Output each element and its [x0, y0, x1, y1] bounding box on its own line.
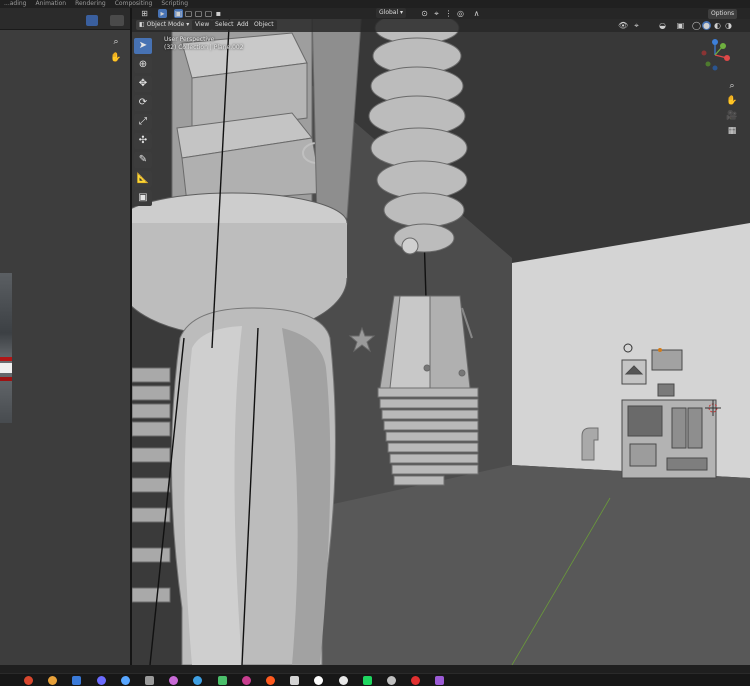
image-detail	[0, 357, 12, 361]
invert-select-icon[interactable]: ▢	[204, 9, 213, 18]
gizmo-toggle-icon[interactable]: ⌖	[632, 21, 641, 30]
neg-y-axis-icon	[705, 61, 711, 67]
neg-x-axis-icon	[701, 50, 707, 56]
taskbar-app-icon[interactable]	[411, 676, 421, 685]
taskbar-app-icon[interactable]	[266, 676, 275, 685]
image-preview	[0, 273, 12, 423]
taskbar-app-icon[interactable]	[120, 676, 130, 685]
main-cylinder	[170, 307, 336, 665]
taskbar-app-icon[interactable]	[362, 676, 372, 685]
taskbar-app-icon[interactable]	[217, 676, 227, 685]
proportional-edit-icon[interactable]: ◎	[456, 9, 465, 18]
tab-scripting[interactable]: Scripting	[161, 0, 188, 8]
3d-viewport[interactable]: ⊞ ▸ ▣ ▢ ▢ ▢ ▪ Global ▾ ⊙ ⌖ ⋮ ◎ ∧ ◧ Objec…	[132, 8, 750, 665]
transform-orientation-dropdown[interactable]: Global ▾	[376, 8, 407, 18]
image-editor-panel: ⌕ ✋	[0, 8, 130, 665]
orientation-label: Global	[379, 9, 399, 16]
measure-icon[interactable]: 📐	[134, 171, 152, 187]
navigation-controls: ⌕ ✋ 🎥 ▦	[726, 80, 738, 140]
taskbar	[0, 673, 750, 686]
tab-shading[interactable]: ...ading	[4, 0, 27, 8]
xray-icon[interactable]: ▣	[676, 21, 685, 30]
tab-compositing[interactable]: Compositing	[115, 0, 153, 8]
zoom-icon[interactable]: ⌕	[726, 80, 738, 92]
viewport-scene	[132, 8, 750, 665]
taskbar-app-icon[interactable]	[72, 676, 82, 685]
menu-select[interactable]: Select	[212, 20, 237, 30]
collection-label: (32) Collection | Plane.002	[164, 44, 244, 51]
subtract-select-icon[interactable]: ▢	[194, 9, 203, 18]
viewport-info: User Perspective (32) Collection | Plane…	[164, 36, 244, 52]
navigation-gizmo[interactable]	[698, 38, 732, 72]
intersect-select-icon[interactable]: ▪	[214, 9, 223, 18]
hand-icon[interactable]: ✋	[110, 52, 122, 64]
z-axis-icon	[712, 39, 718, 45]
options-button[interactable]: Options	[708, 9, 738, 19]
hanging-device	[379, 295, 473, 389]
select-box-icon[interactable]: ➤	[134, 38, 152, 54]
camera-icon[interactable]: 🎥	[726, 110, 738, 122]
menu-add[interactable]: Add	[234, 20, 252, 30]
perspective-label: User Perspective	[164, 36, 215, 43]
taskbar-app-icon[interactable]	[24, 676, 33, 685]
image-detail	[0, 363, 12, 373]
taskbar-app-icon[interactable]	[96, 676, 106, 685]
move-icon[interactable]: ✥	[134, 76, 152, 92]
toolbar: ➤ ⊕ ✥ ⟳ ⤢ ✣ ✎ 📐 ▣	[134, 38, 154, 209]
select-mode-icon[interactable]: ▸	[158, 9, 167, 18]
scale-icon[interactable]: ⤢	[134, 114, 152, 130]
viewport-top-header: ⊞ ▸ ▣ ▢ ▢ ▢ ▪ Global ▾ ⊙ ⌖ ⋮ ◎ ∧	[132, 8, 750, 19]
annotate-icon[interactable]: ✎	[134, 152, 152, 168]
y-axis-icon	[720, 43, 726, 49]
taskbar-app-icon[interactable]	[314, 676, 324, 685]
image-editor-header	[0, 8, 130, 30]
taskbar-app-icon[interactable]	[145, 676, 154, 685]
wireframe-shading-icon[interactable]: ◯	[692, 21, 701, 30]
menu-view[interactable]: View	[192, 20, 213, 30]
snap-settings-icon[interactable]: ⋮	[444, 9, 453, 18]
extend-select-icon[interactable]: ▢	[184, 9, 193, 18]
rendered-shading-icon[interactable]: ◑	[724, 21, 733, 30]
falloff-icon[interactable]: ∧	[472, 9, 481, 18]
box-select-icon[interactable]: ▣	[174, 9, 183, 18]
taskbar-app-icon[interactable]	[241, 676, 251, 685]
viewport-header: ◧ Object Mode ▾ View Select Add Object 👁…	[132, 19, 750, 32]
material-shading-icon[interactable]: ◐	[713, 21, 722, 30]
menu-object[interactable]: Object	[251, 20, 277, 30]
taskbar-app-icon[interactable]	[169, 676, 179, 685]
grid-icon[interactable]: ▦	[726, 125, 738, 137]
overlay-icon[interactable]: ◒	[658, 21, 667, 30]
visibility-icon[interactable]: 👁	[618, 21, 628, 30]
display-mode-button[interactable]	[110, 15, 124, 26]
editor-type-button[interactable]	[86, 15, 98, 26]
taskbar-app-icon[interactable]	[193, 676, 203, 685]
tab-animation[interactable]: Animation	[36, 0, 67, 8]
add-cube-icon[interactable]: ▣	[134, 190, 152, 206]
taskbar-app-icon[interactable]	[435, 676, 445, 685]
image-detail	[0, 377, 12, 381]
taskbar-app-icon[interactable]	[290, 676, 300, 685]
image-editor-tools: ⌕ ✋	[110, 36, 124, 68]
zoom-icon[interactable]: ⌕	[110, 36, 122, 48]
taskbar-app-icon[interactable]	[48, 676, 58, 685]
rotate-icon[interactable]: ⟳	[134, 95, 152, 111]
neg-z-axis-icon	[712, 65, 718, 71]
cursor-icon[interactable]: ⊕	[134, 57, 152, 73]
taskbar-app-icon[interactable]	[387, 676, 396, 685]
taskbar-app-icon[interactable]	[338, 676, 348, 685]
mode-dropdown[interactable]: ◧ Object Mode ▾	[136, 20, 193, 30]
transform-icon[interactable]: ✣	[134, 133, 152, 149]
tab-rendering[interactable]: Rendering	[75, 0, 106, 8]
x-axis-icon	[724, 55, 730, 61]
mode-label: Object Mode	[146, 21, 185, 28]
workspace-tabs: ...ading Animation Rendering Compositing…	[0, 0, 750, 8]
snap-icon[interactable]: ⌖	[432, 9, 441, 18]
hand-icon[interactable]: ✋	[726, 95, 738, 107]
pivot-point-icon[interactable]: ⊙	[420, 9, 429, 18]
plate-stack	[377, 387, 479, 486]
editor-type-icon[interactable]: ⊞	[140, 9, 149, 18]
solid-shading-icon[interactable]: ●	[702, 21, 711, 30]
